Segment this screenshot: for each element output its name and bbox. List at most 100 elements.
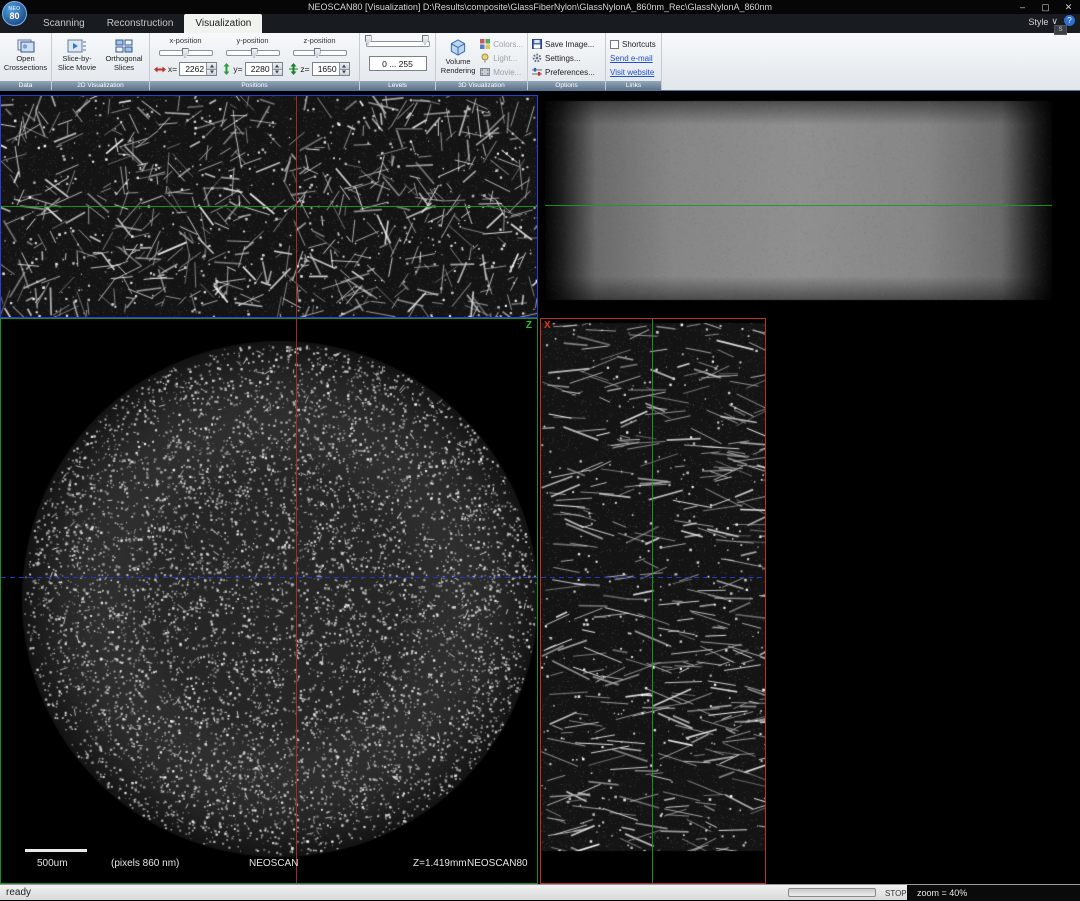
neoscan-logo: NEO 80 bbox=[2, 1, 27, 26]
save-image-button[interactable]: Save Image... bbox=[530, 38, 597, 50]
zoom-indicator: zoom = 40% bbox=[907, 885, 1080, 901]
x-slice-canvas[interactable] bbox=[541, 319, 765, 883]
title-bar: NEOSCAN80 [Visualization] D:\Results\com… bbox=[0, 0, 1080, 14]
preferences-sliders-icon bbox=[532, 67, 542, 77]
ribbon-group-options: Save Image... Settings... Preferences... bbox=[528, 33, 606, 90]
x-slice-view[interactable]: X bbox=[540, 318, 766, 884]
movie-label: Movie... bbox=[493, 68, 521, 77]
orthogonal-slices-button[interactable]: Orthogonal Slices bbox=[101, 34, 147, 80]
z-axis-arrow-icon bbox=[289, 63, 298, 75]
y-position-input[interactable]: 2280 bbox=[245, 62, 283, 76]
y-position-slider[interactable] bbox=[226, 50, 280, 56]
tab-scanning[interactable]: Scanning bbox=[32, 14, 96, 33]
scale-bar bbox=[25, 849, 87, 852]
z-view-label: Z bbox=[526, 320, 532, 331]
stop-button[interactable]: STOP bbox=[885, 889, 907, 898]
play-movie-icon bbox=[67, 38, 87, 54]
z-crosshair-horizontal bbox=[1, 577, 537, 578]
levels-slider-groove[interactable] bbox=[366, 41, 430, 47]
colors-button[interactable]: Colors... bbox=[478, 38, 525, 50]
pixel-size-label: (pixels 860 nm) bbox=[111, 858, 179, 869]
maximize-button[interactable]: ▢ bbox=[1034, 0, 1057, 14]
send-email-label: Send e-mail bbox=[610, 54, 653, 63]
shortcuts-checkbox[interactable] bbox=[610, 40, 619, 49]
slice-by-slice-movie-button[interactable]: Slice-by-Slice Movie bbox=[54, 34, 100, 80]
settings-button[interactable]: Settings... bbox=[530, 52, 597, 64]
colors-label: Colors... bbox=[493, 40, 523, 49]
tab-reconstruction[interactable]: Reconstruction bbox=[96, 14, 185, 33]
colors-icon bbox=[480, 39, 490, 49]
light-bulb-icon bbox=[480, 53, 490, 63]
z-spin-down-button[interactable] bbox=[339, 69, 349, 76]
send-email-link[interactable]: Send e-mail bbox=[608, 52, 658, 64]
ribbon-group-links: Shortcuts Send e-mail Visit website Link… bbox=[606, 33, 662, 90]
settings-label: Settings... bbox=[545, 54, 581, 63]
close-button[interactable]: ✕ bbox=[1057, 0, 1080, 14]
open-crossections-label: Open Crossections bbox=[3, 55, 48, 72]
xy-crosshair-vertical bbox=[296, 96, 297, 317]
movie-button[interactable]: Movie... bbox=[478, 66, 525, 78]
ribbon-group-levels: 0 ... 255 Levels bbox=[360, 33, 436, 90]
x-view-label: X bbox=[544, 320, 551, 331]
x-spin-down-button[interactable] bbox=[206, 69, 216, 76]
visit-website-label: Visit website bbox=[610, 68, 654, 77]
volume-rendering-label: Volume Rendering bbox=[439, 58, 477, 75]
x-crosshair-horizontal bbox=[541, 577, 765, 578]
preferences-label: Preferences... bbox=[545, 68, 595, 77]
window-controls: – ▢ ✕ bbox=[1011, 0, 1080, 14]
visit-website-link[interactable]: Visit website bbox=[608, 66, 658, 78]
window-title: NEOSCAN80 [Visualization] D:\Results\com… bbox=[308, 2, 772, 12]
shortcuts-toggle[interactable]: Shortcuts bbox=[608, 38, 658, 50]
x-position-slider[interactable] bbox=[159, 50, 213, 56]
y-axis-arrow-icon bbox=[222, 63, 231, 75]
z-position-input[interactable]: 1650 bbox=[312, 62, 350, 76]
style-s-button[interactable]: S bbox=[1054, 25, 1067, 35]
y-slider-thumb[interactable] bbox=[251, 48, 258, 58]
projection-view[interactable] bbox=[545, 95, 1052, 318]
slice-by-slice-movie-label: Slice-by-Slice Movie bbox=[55, 55, 99, 72]
z-slice-canvas[interactable] bbox=[1, 319, 537, 883]
preferences-button[interactable]: Preferences... bbox=[530, 66, 597, 78]
xy-crosshair-horizontal bbox=[1, 206, 537, 207]
x-prefix-label: x= bbox=[168, 64, 177, 74]
z-position-value: 1650 bbox=[313, 63, 339, 75]
y-prefix-label: y= bbox=[233, 64, 242, 74]
tab-visualization[interactable]: Visualization bbox=[184, 14, 262, 33]
y-position-control: y-position y= 2280 bbox=[219, 34, 286, 76]
ribbon-group-2d-visualization: Slice-by-Slice Movie Orthogonal Slices 2… bbox=[52, 33, 150, 90]
open-dataset-icon bbox=[16, 38, 36, 54]
open-crossections-button[interactable]: Open Crossections bbox=[2, 34, 49, 80]
group-caption-options: Options bbox=[528, 81, 605, 90]
z-position-overlay: Z=1.419mm bbox=[413, 858, 467, 869]
ribbon-tab-bar: Scanning Reconstruction Visualization bbox=[0, 14, 1080, 33]
status-message: ready bbox=[6, 887, 31, 898]
ribbon-group-positions: x-position x= 2262 y-position y= bbox=[150, 33, 360, 90]
minimize-button[interactable]: – bbox=[1011, 0, 1034, 14]
save-image-label: Save Image... bbox=[545, 40, 594, 49]
xy-slice-view[interactable] bbox=[0, 95, 538, 318]
projection-crosshair-horizontal bbox=[545, 205, 1052, 206]
y-spin-down-button[interactable] bbox=[272, 69, 282, 76]
zoom-label: zoom = 40% bbox=[917, 888, 967, 898]
y-position-value: 2280 bbox=[246, 63, 272, 75]
z-prefix-label: z= bbox=[300, 64, 309, 74]
z-position-slider[interactable] bbox=[293, 50, 347, 56]
levels-slider[interactable] bbox=[365, 38, 431, 48]
light-button[interactable]: Light... bbox=[478, 52, 525, 64]
film-strip-icon bbox=[480, 67, 490, 77]
z-slice-view[interactable]: Z 500um (pixels 860 nm) NEOSCAN Z=1.419m… bbox=[0, 318, 538, 884]
style-menu-label: Style bbox=[1028, 17, 1048, 27]
x-position-control: x-position x= 2262 bbox=[152, 34, 219, 76]
z-slider-thumb[interactable] bbox=[314, 48, 321, 58]
x-position-input[interactable]: 2262 bbox=[179, 62, 217, 76]
x-axis-arrow-icon bbox=[154, 65, 166, 74]
x-crosshair-vertical bbox=[652, 319, 653, 883]
volume-rendering-button[interactable]: Volume Rendering bbox=[438, 34, 478, 80]
x-slider-thumb[interactable] bbox=[182, 48, 189, 58]
z-position-header: z-position bbox=[303, 36, 335, 45]
light-label: Light... bbox=[493, 54, 517, 63]
orthogonal-slices-label: Orthogonal Slices bbox=[102, 55, 146, 72]
neoscan80-brand-label: NEOSCAN80 bbox=[467, 858, 528, 869]
projection-canvas[interactable] bbox=[545, 95, 1052, 318]
x-position-header: x-position bbox=[169, 36, 201, 45]
